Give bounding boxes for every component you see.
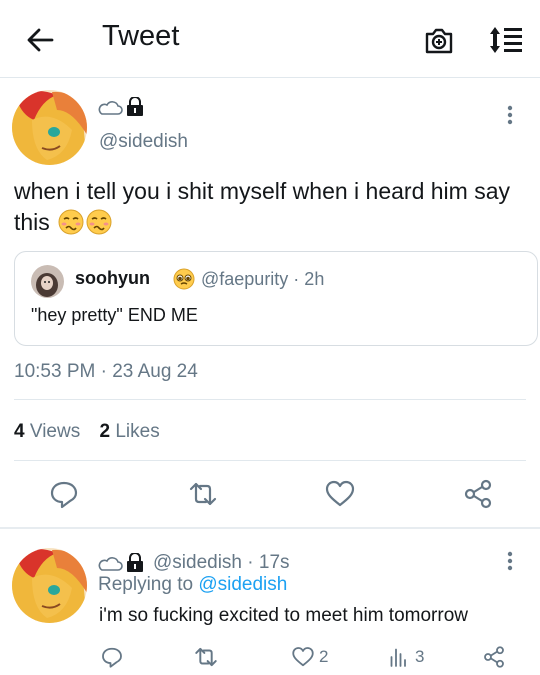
quoted-author-name: soohyun [75, 268, 150, 288]
back-arrow-icon[interactable] [24, 24, 56, 56]
retweet-icon [195, 647, 217, 667]
tweet-timestamp: 10:53 PM · 23 Aug 24 [14, 361, 198, 382]
reply-text: i'm so fucking excited to meet him tomor… [99, 605, 468, 626]
cloud-icon [98, 557, 123, 571]
page-title: Tweet [102, 20, 180, 52]
share-icon[interactable] [462, 478, 494, 510]
more-options-icon[interactable] [500, 103, 520, 127]
camera-add-icon[interactable] [423, 24, 455, 56]
reply-like-button[interactable]: 2 [291, 643, 328, 671]
tweet-stats: 4 Views 2 Likes [14, 421, 174, 443]
reply-likes-count: 2 [319, 647, 329, 666]
quoted-handle-time: @faepurity · 2h [201, 269, 325, 289]
reply-name-icons [98, 553, 143, 572]
name-icons [98, 97, 143, 116]
share-icon [484, 646, 504, 668]
replying-prefix: Replying to [98, 574, 194, 595]
likes-stat[interactable]: 2 Likes [99, 421, 159, 443]
reply-reply-button[interactable] [100, 643, 124, 671]
pleading-face-emoji-icon [173, 268, 195, 290]
reply-retweet-button[interactable] [193, 643, 219, 671]
cloud-icon [98, 101, 123, 115]
lock-icon [127, 553, 143, 572]
quoted-author-avatar[interactable] [31, 265, 64, 298]
like-heart-icon [292, 647, 314, 667]
sort-replies-icon[interactable] [488, 24, 524, 56]
retweet-icon[interactable] [187, 478, 219, 510]
tweet-text: when i tell you i shit myself when i hea… [14, 176, 529, 238]
top-bar: Tweet [0, 0, 540, 78]
reply-handle-time: @sidedish · 17s [153, 552, 290, 573]
reply-views-count: 3 [415, 647, 425, 666]
views-stat[interactable]: 4 Views [14, 421, 80, 443]
views-count: 4 [14, 421, 25, 442]
reply-views-button[interactable]: 3 [387, 643, 424, 671]
more-options-icon[interactable] [500, 549, 520, 573]
reply-author-avatar[interactable] [12, 548, 87, 623]
views-bar-chart-icon [390, 648, 406, 667]
section-separator [0, 527, 540, 529]
likes-count: 2 [99, 421, 111, 442]
divider [14, 399, 526, 400]
views-label: Views [29, 421, 81, 442]
divider [14, 460, 526, 461]
like-heart-icon[interactable] [324, 478, 356, 510]
replying-to: Replying to @sidedish [98, 574, 287, 596]
lock-icon [127, 97, 143, 116]
woozy-face-emoji-icon [58, 209, 84, 235]
author-avatar[interactable] [12, 90, 87, 165]
reply-icon [102, 647, 122, 668]
likes-label: Likes [115, 421, 160, 442]
reply-icon[interactable] [48, 478, 80, 510]
woozy-face-emoji-icon [86, 209, 112, 235]
quoted-tweet-card[interactable]: soohyun @faepurity · 2h "hey pretty" END… [14, 251, 538, 346]
replying-handle-link[interactable]: @sidedish [198, 574, 287, 595]
quoted-tweet-text: "hey pretty" END ME [31, 305, 198, 325]
reply-share-button[interactable] [482, 643, 506, 671]
author-handle[interactable]: @sidedish [99, 131, 188, 153]
